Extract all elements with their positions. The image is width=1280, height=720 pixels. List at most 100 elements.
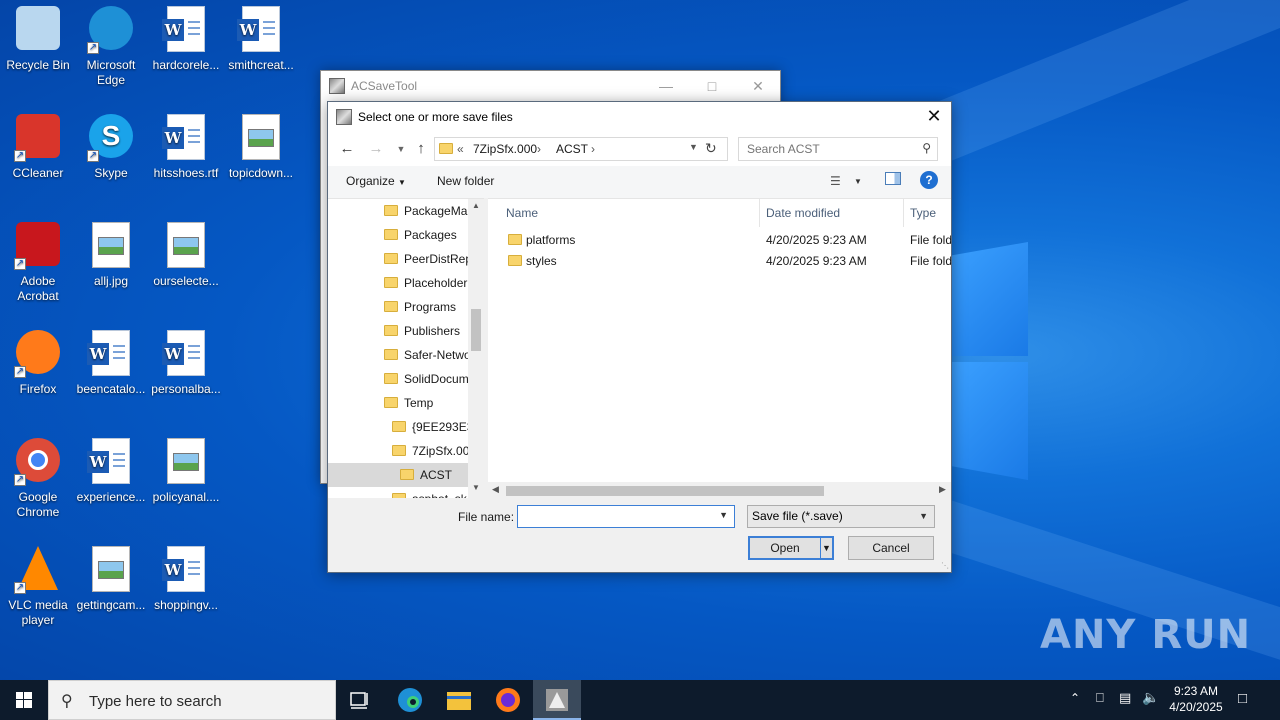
file-row[interactable]: platforms 4/20/2025 9:23 AM File fold <box>488 230 951 251</box>
desktop-icon[interactable]: policyanal.... <box>148 438 224 505</box>
desktop-icon[interactable]: Wexperience... <box>73 438 149 505</box>
column-header-name[interactable]: Name <box>500 199 760 227</box>
desktop-icon[interactable]: S ↗ Skype <box>73 114 149 181</box>
open-button[interactable]: Open ▼ <box>748 536 834 560</box>
desktop-icon[interactable]: gettingcam... <box>73 546 149 613</box>
nav-tree-item[interactable]: Temp <box>328 391 468 415</box>
desktop-icon[interactable]: ↗ Google Chrome <box>0 438 76 520</box>
scroll-right-icon[interactable]: ▶ <box>939 484 946 495</box>
desktop-icon[interactable]: Wpersonalba... <box>148 330 224 397</box>
scroll-down-icon[interactable]: ▼ <box>472 483 480 492</box>
search-box[interactable]: ⚲ <box>738 137 938 161</box>
file-list-pane[interactable]: ˆ Name Date modified Type platforms 4/20/… <box>488 198 951 498</box>
organize-menu[interactable]: Organize ▼ <box>346 174 406 188</box>
volume-icon[interactable]: 🔈 <box>1142 689 1159 720</box>
nav-tree-item[interactable]: ACST <box>328 463 468 487</box>
desktop-icon[interactable]: ↗ Microsoft Edge <box>73 6 149 88</box>
new-folder-button[interactable]: New folder <box>437 174 494 188</box>
recent-locations-chevron-icon[interactable]: ▼ <box>390 138 412 160</box>
column-header-date[interactable]: Date modified <box>760 199 904 227</box>
close-button[interactable]: ✕ <box>735 71 781 101</box>
resize-grip-icon[interactable]: ⋱ <box>941 561 949 570</box>
desktop-icon[interactable]: ↗ CCleaner <box>0 114 76 181</box>
desktop-icon[interactable]: topicdown... <box>223 114 299 181</box>
chevron-right-icon[interactable]: › <box>591 142 595 156</box>
nav-tree-item[interactable]: Programs <box>328 295 468 319</box>
nav-tree-item[interactable]: 7ZipSfx.00 <box>328 439 468 463</box>
desktop-icon[interactable]: Wbeencatalo... <box>73 330 149 397</box>
word-doc-icon: W <box>162 6 210 54</box>
file-type: File fold <box>910 254 951 268</box>
clock[interactable]: 9:23 AM 4/20/2025 <box>1166 683 1226 720</box>
network-icon[interactable]: ▤ <box>1119 690 1131 720</box>
file-list-scrollbar[interactable]: ◀ ▶ <box>488 482 951 498</box>
file-name-input[interactable] <box>522 506 712 526</box>
file-name-combobox[interactable]: ▼ <box>517 505 735 528</box>
scroll-left-icon[interactable]: ◀ <box>492 484 499 495</box>
nav-tree-item[interactable]: Placeholder <box>328 271 468 295</box>
nav-tree-item[interactable]: aspbot_sk <box>328 487 468 498</box>
chevron-right-icon[interactable]: › <box>537 142 541 156</box>
address-bar[interactable]: « 7ZipSfx.000 › ACST › ▼ ↻ <box>434 137 728 161</box>
scroll-up-icon[interactable]: ▲ <box>472 201 480 210</box>
close-icon[interactable]: ✕ <box>921 104 947 130</box>
open-file-dialog[interactable]: Select one or more save files ✕ ← → ▼ ↑ … <box>327 101 952 573</box>
nav-tree-item[interactable]: PackageMa <box>328 199 468 223</box>
folder-icon <box>392 421 406 432</box>
column-header-type[interactable]: Type <box>904 199 951 227</box>
desktop-icon[interactable]: Whardcorele... <box>148 6 224 73</box>
preview-pane-icon[interactable] <box>885 172 901 185</box>
navigation-pane[interactable]: PackageMa Packages PeerDistRep Placeholder P… <box>328 198 484 498</box>
chevron-down-icon[interactable]: ▼ <box>719 510 728 520</box>
scrollbar-thumb[interactable] <box>471 309 481 351</box>
chevron-down-icon[interactable]: ▼ <box>854 177 862 186</box>
cancel-button[interactable]: Cancel <box>848 536 934 560</box>
desktop-icon[interactable]: ↗ VLC media player <box>0 546 76 628</box>
search-input[interactable] <box>747 142 907 156</box>
desktop-icon[interactable]: ourselecte... <box>148 222 224 289</box>
breadcrumb-acst[interactable]: ACST <box>556 142 588 156</box>
desktop-icon[interactable]: Whitsshoes.rtf <box>148 114 224 181</box>
folder-icon <box>508 234 522 245</box>
taskbar-firefox[interactable] <box>484 680 532 720</box>
file-type-select[interactable]: Save file (*.save) ▼ <box>747 505 935 528</box>
forward-arrow-icon[interactable]: → <box>365 138 387 160</box>
up-arrow-icon[interactable]: ↑ <box>410 138 432 160</box>
desktop-icon[interactable]: Wsmithcreat... <box>223 6 299 73</box>
desktop-icon[interactable]: allj.jpg <box>73 222 149 289</box>
nav-tree-item[interactable]: {9EE293E3- <box>328 415 468 439</box>
taskbar-file-explorer[interactable] <box>435 680 483 720</box>
desktop-icon[interactable]: Wshoppingv... <box>148 546 224 613</box>
file-row[interactable]: styles 4/20/2025 9:23 AM File fold <box>488 251 951 272</box>
nav-pane-scrollbar[interactable]: ▲ ▼ <box>468 199 484 498</box>
nav-tree-item[interactable]: SolidDocum <box>328 367 468 391</box>
acsavetool-titlebar[interactable]: ACSaveTool — □ ✕ <box>321 71 780 101</box>
dialog-titlebar[interactable]: Select one or more save files ✕ <box>328 102 951 132</box>
help-icon[interactable]: ? <box>920 171 938 189</box>
maximize-button[interactable]: □ <box>689 71 735 101</box>
view-options-icon[interactable]: ☰ <box>830 174 841 188</box>
minimize-button[interactable]: — <box>643 71 689 101</box>
nav-tree-item[interactable]: Publishers <box>328 319 468 343</box>
back-arrow-icon[interactable]: ← <box>336 138 358 160</box>
taskbar-search-box[interactable]: ⚲ Type here to search <box>48 680 336 720</box>
start-button[interactable] <box>0 680 48 720</box>
nav-tree-item[interactable]: Safer-Netwo <box>328 343 468 367</box>
desktop-icon[interactable]: Recycle Bin <box>0 6 76 73</box>
scrollbar-thumb[interactable] <box>506 486 824 496</box>
refresh-icon[interactable]: ↻ <box>705 140 717 157</box>
desktop-icon[interactable]: ↗ Adobe Acrobat <box>0 222 76 304</box>
desktop-icon[interactable]: ↗ Firefox <box>0 330 76 397</box>
address-dropdown-icon[interactable]: ▼ <box>689 142 698 152</box>
chevron-down-icon[interactable]: ▼ <box>822 538 831 558</box>
taskbar-edge[interactable] <box>386 680 434 720</box>
device-icon[interactable]: ⎕ <box>1096 690 1104 720</box>
breadcrumb-7zipsfx[interactable]: 7ZipSfx.000 <box>473 142 537 156</box>
address-overflow[interactable]: « <box>457 142 464 156</box>
task-view-button[interactable] <box>336 680 384 720</box>
taskbar-acsavetool[interactable] <box>533 680 581 720</box>
nav-tree-item[interactable]: Packages <box>328 223 468 247</box>
show-hidden-icons-chevron-icon[interactable]: ⌃ <box>1070 691 1080 720</box>
nav-tree-item[interactable]: PeerDistRep <box>328 247 468 271</box>
notifications-icon[interactable]: □ <box>1238 690 1247 720</box>
